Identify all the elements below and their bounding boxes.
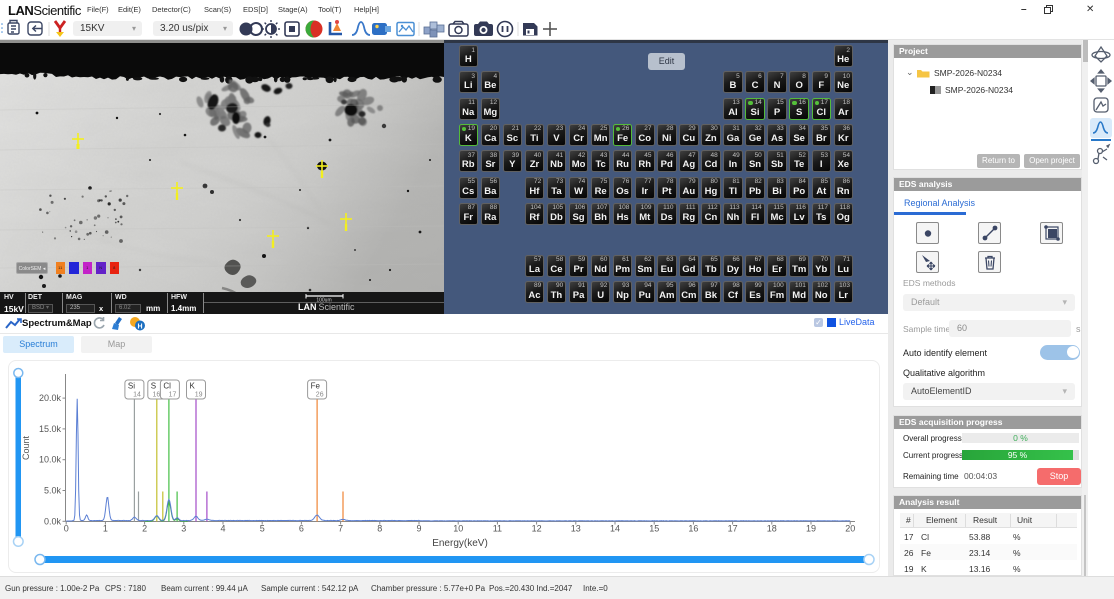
svg-text:LAN: LAN: [298, 302, 317, 312]
svg-text:H: H: [137, 324, 142, 331]
svg-text:Scientific: Scientific: [319, 302, 356, 312]
